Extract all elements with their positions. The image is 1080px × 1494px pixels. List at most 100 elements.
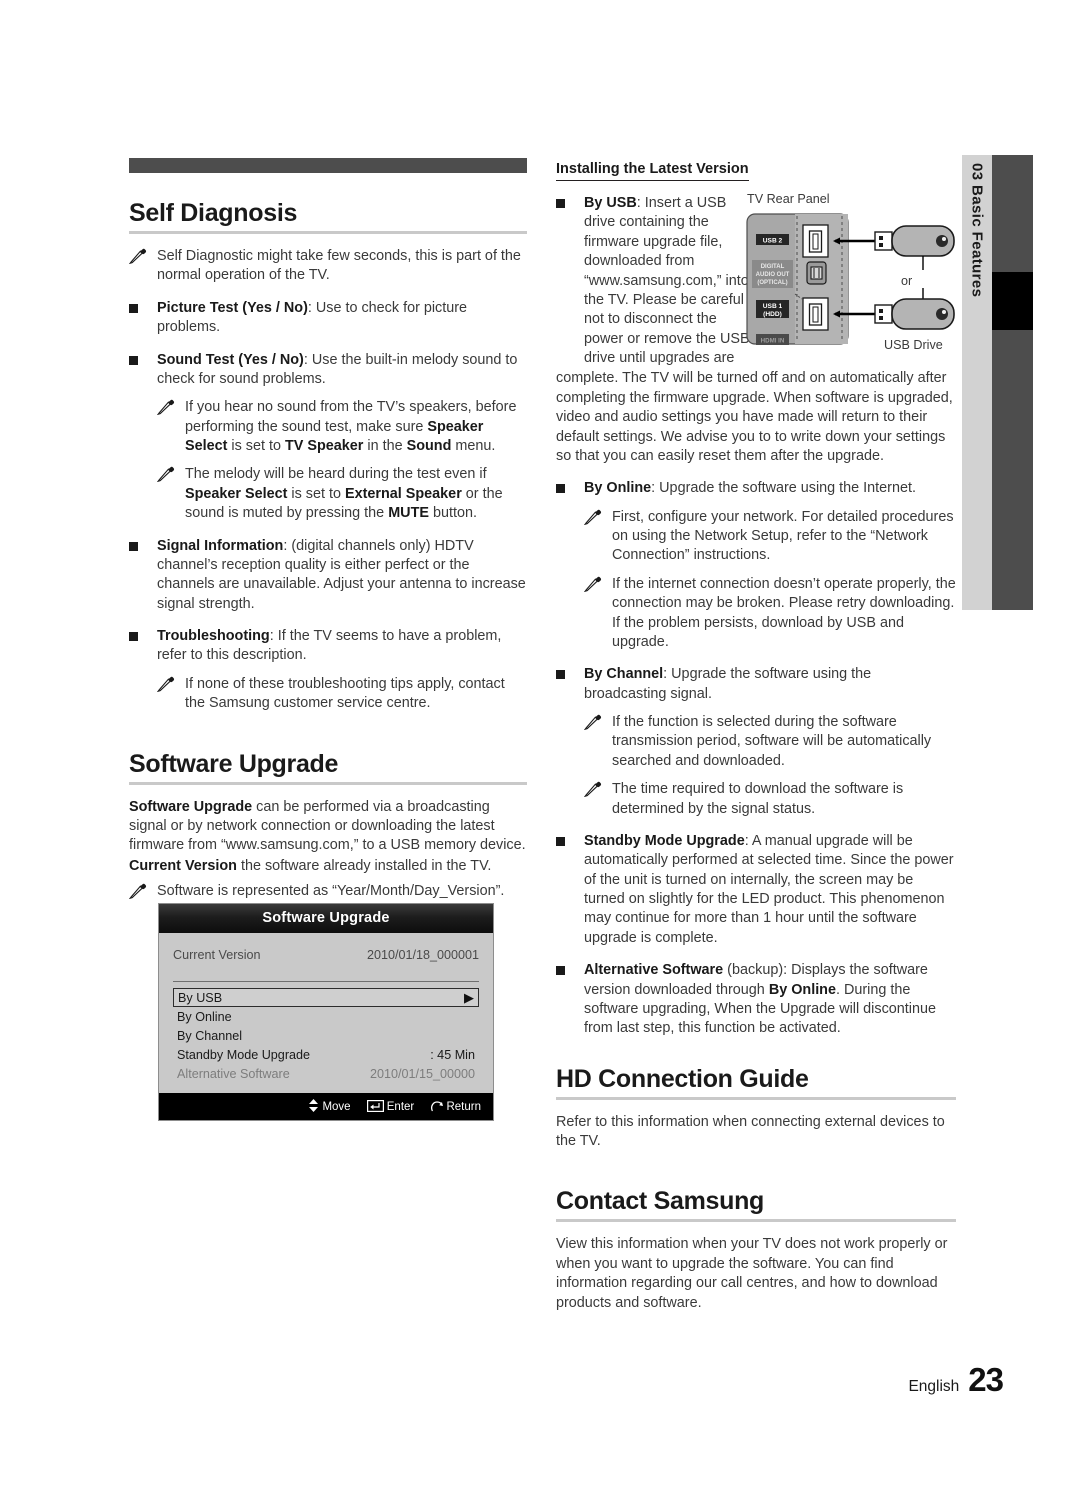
pencil-icon <box>583 509 604 525</box>
term-alternative-software: Alternative Software <box>584 962 724 979</box>
pencil-icon <box>128 883 149 900</box>
note-troubleshooting-contact: If none of these troubleshooting tips ap… <box>156 675 527 714</box>
osd-item-alternative-software[interactable]: Alternative Software 2010/01/15_00000 <box>173 1064 479 1083</box>
pencil-icon <box>128 248 149 265</box>
term-by-usb: By USB <box>584 195 637 211</box>
usb-connection-diagram: USB 2 DIGITAL AUDIO OUT (OPTICAL) USB 1 … <box>746 213 955 345</box>
osd-title: Software Upgrade <box>159 904 493 933</box>
osd-footer-hints: Move Enter Return <box>159 1093 493 1120</box>
square-bullet-icon <box>556 199 565 208</box>
term-signal-information: Signal Information <box>157 537 284 554</box>
list-item-by-online: By Online: Upgrade the software using th… <box>556 479 956 498</box>
note-download-time: The time required to download the softwa… <box>583 780 956 819</box>
svg-text:HDMI IN: HDMI IN <box>761 338 785 345</box>
paragraph-contact-samsung: View this information when your TV does … <box>556 1236 948 1311</box>
return-arrow-icon <box>431 1101 444 1112</box>
square-bullet-icon <box>556 836 565 846</box>
osd-item-by-online[interactable]: By Online <box>173 1007 479 1026</box>
osd-item-label: By Channel <box>177 1028 243 1043</box>
subheading-installing-latest-version: Installing the Latest Version <box>556 161 749 181</box>
svg-text:USB 1: USB 1 <box>763 303 783 310</box>
term-by-channel: By Channel <box>584 666 664 683</box>
pencil-icon <box>583 714 604 731</box>
page-footer: English 23 <box>908 1361 1004 1399</box>
osd-current-version-value: 2010/01/18_000001 <box>366 948 479 962</box>
term-by-online-ref: By Online <box>768 981 836 998</box>
note-text: If none of these troubleshooting tips ap… <box>185 675 505 712</box>
heading-software-upgrade: Software Upgrade <box>129 749 339 778</box>
note-text: If you hear no sound from the TV’s speak… <box>185 399 517 454</box>
square-bullet-icon <box>129 632 138 641</box>
list-item-standby-mode-upgrade: Standby Mode Upgrade: A manual upgrade w… <box>556 832 956 948</box>
osd-body: Current Version 2010/01/18_000001 <box>159 933 493 982</box>
square-bullet-icon <box>556 484 565 494</box>
osd-separator <box>173 981 479 982</box>
note-text: First, configure your network. For detai… <box>612 508 954 564</box>
osd-hint-move: Move <box>308 1099 353 1113</box>
heading-contact-samsung: Contact Samsung <box>556 1187 765 1216</box>
square-bullet-icon <box>556 670 565 680</box>
osd-current-version-label: Current Version <box>173 948 261 962</box>
paragraph-hd-connection-guide: Refer to this information when connectin… <box>556 1113 945 1149</box>
text-by-online: : Upgrade the software using the Interne… <box>651 480 916 497</box>
note-text: Software is represented as “Year/Month/D… <box>157 883 505 899</box>
osd-row-current-version: Current Version 2010/01/18_000001 <box>173 945 479 965</box>
list-item-by-channel: By Channel: Upgrade the software using t… <box>556 665 956 704</box>
term-current-version: Current Version <box>129 857 237 874</box>
note-configure-network: First, configure your network. For detai… <box>583 508 956 566</box>
heading-rule <box>129 231 527 234</box>
osd-item-by-usb[interactable]: By USB ▶ <box>173 988 479 1007</box>
heading-self-diagnosis: Self Diagnosis <box>129 199 298 227</box>
term-sound-test: Sound Test (Yes / No) <box>157 351 304 368</box>
support-menu-band <box>129 158 527 173</box>
list-item-troubleshooting: Troubleshooting: If the TV seems to have… <box>129 627 527 666</box>
osd-item-value: : 45 Min <box>430 1047 475 1062</box>
list-item-sound-test: Sound Test (Yes / No): Use the built-in … <box>129 351 527 390</box>
pencil-icon <box>156 399 177 416</box>
note-version-format: Software is represented as “Year/Month/D… <box>128 882 527 901</box>
enter-key-icon <box>366 1100 384 1113</box>
note-transmission-period: If the function is selected during the s… <box>583 713 956 771</box>
osd-hint-return: Return <box>430 1101 481 1113</box>
manual-page: 03 Basic Features Support Menu Self Diag… <box>0 0 1080 1494</box>
note-internet-connection: If the internet connection doesn’t opera… <box>583 575 956 653</box>
square-bullet-icon <box>129 303 138 313</box>
up-down-arrow-icon <box>309 1099 319 1112</box>
osd-item-value: 2010/01/15_00000 <box>369 1066 475 1081</box>
pencil-icon <box>156 466 177 483</box>
svg-text:USB 2: USB 2 <box>763 238 783 245</box>
term-standby-mode-upgrade: Standby Mode Upgrade <box>584 832 745 849</box>
heading-rule <box>129 781 527 785</box>
svg-text:DIGITAL: DIGITAL <box>761 264 785 270</box>
left-column: Support Menu Self Diagnosis Self Diagnos… <box>128 158 527 901</box>
note-self-diagnostic: Self Diagnostic might take few seconds, … <box>128 247 527 286</box>
term-software-upgrade: Software Upgrade <box>129 798 253 815</box>
note-sound-speaker-select: If you hear no sound from the TV’s speak… <box>156 398 527 456</box>
osd-item-label: Standby Mode Upgrade <box>177 1047 311 1062</box>
heading-rule <box>556 1219 956 1223</box>
footer-language: English <box>908 1378 960 1395</box>
osd-item-label: Alternative Software <box>177 1066 290 1081</box>
pencil-icon <box>583 781 604 798</box>
list-item-by-usb: By USB: Insert a USB drive containing th… <box>556 194 756 368</box>
chapter-tab-black-marker <box>992 272 1033 330</box>
heading-hd-connection-guide: HD Connection Guide <box>556 1064 809 1093</box>
note-text: The time required to download the softwa… <box>612 781 904 817</box>
square-bullet-icon <box>556 966 565 976</box>
chapter-tab: 03 Basic Features <box>962 155 992 610</box>
footer-page-number: 23 <box>968 1361 1004 1398</box>
osd-hint-enter: Enter <box>366 1100 418 1113</box>
paragraph-current-version: Current Version the software already ins… <box>129 857 492 874</box>
osd-item-label: By Online <box>177 1009 232 1024</box>
text-standby-mode-upgrade: : A manual upgrade will be automatically… <box>584 832 954 946</box>
heading-rule <box>556 1096 956 1100</box>
term-by-online: By Online <box>584 480 652 497</box>
pencil-icon <box>156 676 177 692</box>
list-item-alternative-software: Alternative Software (backup): Displays … <box>556 961 956 1039</box>
osd-item-standby-mode-upgrade[interactable]: Standby Mode Upgrade : 45 Min <box>173 1045 479 1064</box>
term-picture-test: Picture Test (Yes / No) <box>157 299 308 316</box>
osd-item-by-channel[interactable]: By Channel <box>173 1026 479 1045</box>
note-text: If the function is selected during the s… <box>612 714 932 769</box>
chevron-right-icon: ▶ <box>464 990 474 1005</box>
note-text: If the internet connection doesn’t opera… <box>612 575 956 650</box>
